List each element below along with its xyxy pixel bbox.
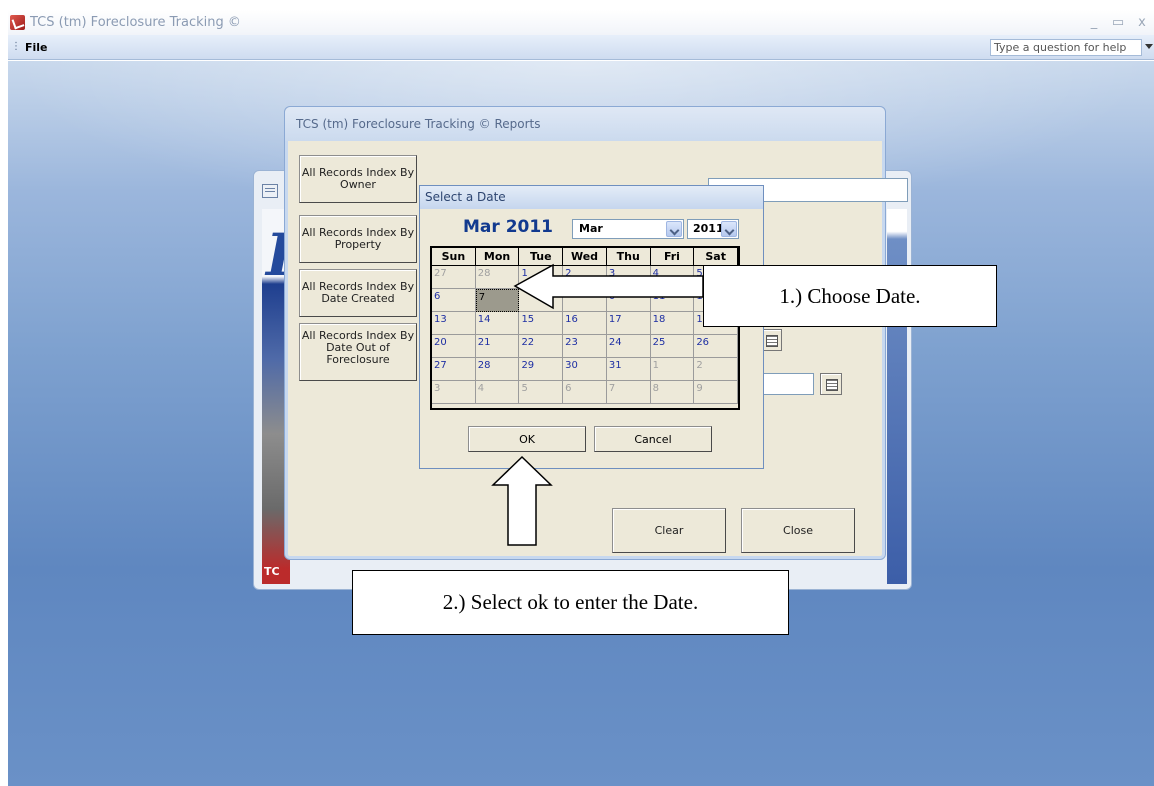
title-bar: TCS (tm) Foreclosure Tracking © _ ▭ x	[8, 10, 1154, 35]
cancel-button[interactable]: Cancel	[594, 426, 712, 452]
clear-button[interactable]: Clear	[612, 508, 726, 553]
calendar-day[interactable]: 17	[606, 312, 651, 335]
calendar-day[interactable]: 13	[432, 312, 476, 335]
date-picker-dialog: Select a Date Mar 2011 Mar 2011 Sun Mon Tu…	[419, 185, 764, 469]
access-app-window: TCS (tm) Foreclosure Tracking © _ ▭ x ⋮ …	[8, 10, 1154, 786]
window-title: TCS (tm) Foreclosure Tracking ©	[30, 15, 241, 30]
step2-callout: 2.) Select ok to enter the Date.	[352, 570, 789, 635]
year-select-value: 2011	[693, 222, 724, 235]
calendar-day[interactable]: 5	[519, 381, 564, 404]
calendar-day[interactable]: 23	[563, 335, 607, 358]
up-arrow-annotation	[491, 455, 553, 546]
form-icon	[262, 184, 278, 198]
calendar-day[interactable]: 8	[650, 381, 695, 404]
calendar-day[interactable]: 7	[606, 381, 651, 404]
logo-tc-text: TC	[264, 565, 280, 578]
calendar-day[interactable]: 2	[694, 358, 739, 381]
report-by-date-created-button[interactable]: All Records Index By Date Created	[299, 269, 417, 317]
calendar-day[interactable]: 28	[475, 358, 520, 381]
minimize-button[interactable]: _	[1082, 15, 1106, 30]
calendar-day[interactable]: 20	[432, 335, 476, 358]
calendar-day[interactable]: 26	[694, 335, 739, 358]
calendar-day[interactable]: 30	[563, 358, 607, 381]
step1-callout: 1.) Choose Date.	[703, 265, 997, 327]
calendar-day[interactable]: 3	[432, 381, 476, 404]
calendar-day[interactable]: 31	[606, 358, 651, 381]
calendar-day[interactable]: 27	[432, 266, 476, 289]
close-button[interactable]: x	[1130, 15, 1154, 30]
date-out-field[interactable]	[757, 373, 814, 395]
calendar-day[interactable]: 21	[475, 335, 520, 358]
calendar-day[interactable]: 16	[563, 312, 607, 335]
calendar-week-row: 13141516171819	[432, 312, 739, 335]
menu-grip-icon: ⋮	[11, 41, 21, 52]
calendar-week-row: 3456789	[432, 381, 739, 404]
menu-bar: ⋮ File Type a question for help	[8, 35, 1154, 60]
help-search-input[interactable]: Type a question for help	[990, 39, 1142, 56]
calendar-day[interactable]: 15	[519, 312, 564, 335]
calendar-day[interactable]: 27	[432, 358, 476, 381]
calendar-day[interactable]: 6	[563, 381, 607, 404]
calendar-day[interactable]: 25	[650, 335, 695, 358]
month-select[interactable]: Mar	[572, 219, 684, 239]
help-dropdown-arrow-icon[interactable]	[1145, 44, 1153, 49]
restore-button[interactable]: ▭	[1106, 15, 1130, 30]
calendar-day[interactable]: 1	[650, 358, 695, 381]
calendar-day[interactable]: 9	[694, 381, 739, 404]
report-by-property-button[interactable]: All Records Index By Property	[299, 215, 417, 263]
month-year-label: Mar 2011	[463, 217, 554, 237]
access-app-icon	[10, 15, 25, 30]
calendar-day[interactable]: 24	[606, 335, 651, 358]
date-picker-title: Select a Date	[420, 186, 763, 209]
close-form-button[interactable]: Close	[741, 508, 855, 553]
calendar-day[interactable]: 4	[475, 381, 520, 404]
calendar-day[interactable]: 18	[650, 312, 695, 335]
chevron-down-icon[interactable]	[666, 221, 682, 237]
year-select[interactable]: 2011	[687, 219, 739, 239]
day-header: Sun	[432, 248, 476, 266]
report-by-date-out-button[interactable]: All Records Index By Date Out of Foreclo…	[299, 323, 417, 381]
calendar-icon[interactable]	[820, 373, 842, 395]
ok-button[interactable]: OK	[468, 426, 586, 452]
calendar-week-row: 27 28 29 30 31 1 2	[432, 358, 739, 381]
window-controls: _ ▭ x	[1082, 10, 1154, 35]
calendar-week-row: 20 21 22 23 24 25 26	[432, 335, 739, 358]
calendar-day[interactable]: 14	[475, 312, 520, 335]
reports-form-title: TCS (tm) Foreclosure Tracking © Reports	[296, 117, 541, 131]
calendar-day[interactable]: 6	[432, 289, 476, 312]
calendar-day[interactable]: 29	[519, 358, 564, 381]
report-by-owner-button[interactable]: All Records Index By Owner	[299, 155, 417, 203]
left-arrow-annotation	[513, 263, 704, 310]
chevron-down-icon[interactable]	[721, 221, 737, 237]
month-select-value: Mar	[579, 222, 603, 235]
menu-file[interactable]: File	[21, 39, 52, 56]
calendar-day[interactable]: 22	[519, 335, 564, 358]
